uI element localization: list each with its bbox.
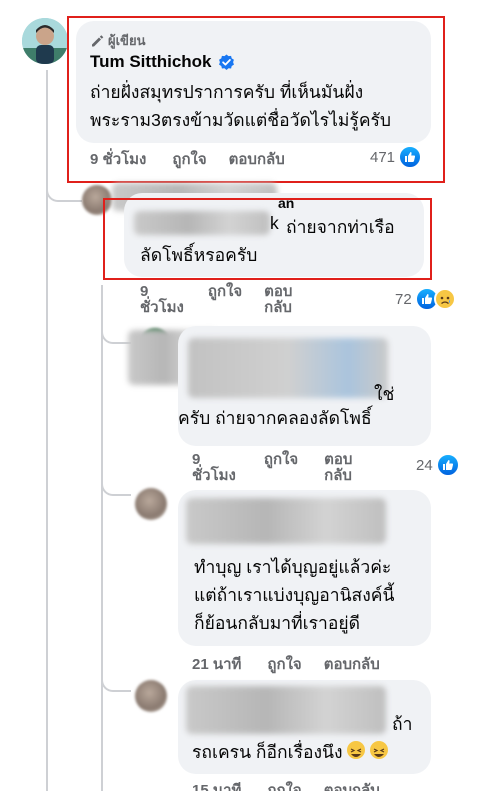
highlight-box-reply1 bbox=[103, 198, 432, 280]
comment-timestamp[interactable]: 9 ชั่วโมง bbox=[192, 452, 236, 484]
reaction-count: 72 bbox=[395, 290, 412, 308]
reply-line: ตอบ bbox=[264, 283, 293, 300]
comment-line: รถเครน ก็อีกเรื่องนึง bbox=[192, 742, 343, 762]
reply2-blurred-content bbox=[188, 338, 388, 398]
top-partial-row: · bbox=[92, 0, 97, 7]
reply-button[interactable]: ตอบกลับ bbox=[324, 652, 380, 676]
thread-curve-reply2 bbox=[101, 300, 131, 344]
comment-text-reply3: ทำบุญ เราได้บุญอยู่แล้วค่ะ แต่ถ้าเราแบ่ง… bbox=[194, 553, 394, 637]
reply-line: กลับ bbox=[264, 299, 292, 316]
reply3-blurred-name bbox=[186, 498, 386, 544]
like-button[interactable]: ถูกใจ bbox=[267, 778, 301, 791]
sad-face-icon bbox=[433, 288, 456, 310]
reply4-avatar[interactable] bbox=[135, 680, 167, 712]
thumbs-up-icon bbox=[435, 453, 460, 477]
reaction-count: 24 bbox=[416, 456, 433, 474]
comment-timestamp[interactable]: 9 ชั่วโมง bbox=[140, 284, 184, 316]
comment-line: แต่ถ้าเราแบ่งบุญอานิสงค์นี้ bbox=[194, 585, 395, 605]
comment-timestamp[interactable]: 15 นาที bbox=[192, 778, 241, 791]
grinning-squinting-face-icon bbox=[370, 741, 389, 759]
comment-text-reply4: รถเครน ก็อีกเรื่องนึง bbox=[192, 738, 389, 766]
top-partial-dot: · bbox=[92, 0, 97, 7]
reply-button[interactable]: ตอบกลับ bbox=[324, 778, 380, 791]
reaction-summary-reply2[interactable]: 24 bbox=[416, 453, 460, 477]
thread-curve-reply3 bbox=[101, 460, 131, 496]
reply-button[interactable]: ตอบ กลับ bbox=[324, 452, 352, 484]
comment-bubble-reply2: ใช่ ครับ ถ่ายจากคลองลัดโพธิ์ bbox=[178, 326, 431, 446]
comment-bubble-reply4: ถ้า รถเครน ก็อีกเรื่องนึง bbox=[178, 680, 431, 774]
comment-bubble-reply3: ทำบุญ เราได้บุญอยู่แล้วค่ะ แต่ถ้าเราแบ่ง… bbox=[178, 490, 431, 646]
timestamp-line: ชั่วโมง bbox=[140, 299, 184, 316]
grinning-squinting-face-icon bbox=[347, 741, 366, 759]
comment-actions-reply4: 15 นาที ถูกใจ ตอบกลับ bbox=[192, 778, 380, 791]
highlight-box-main bbox=[67, 16, 445, 183]
timestamp-line: 9 bbox=[140, 283, 149, 300]
comment-line: ก็ย้อนกลับมาที่เราอยู่ดี bbox=[194, 613, 360, 633]
reply-line: กลับ bbox=[324, 467, 352, 484]
reply4-blurred-content bbox=[186, 686, 386, 734]
comment-timestamp[interactable]: 21 นาที bbox=[192, 652, 241, 676]
thread-curve-reply4 bbox=[101, 650, 131, 692]
comment-actions-reply2: 9 ชั่วโมง ถูกใจ ตอบ กลับ bbox=[192, 452, 352, 484]
reaction-summary-reply1[interactable]: 72 bbox=[395, 287, 456, 311]
like-button[interactable]: ถูกใจ bbox=[264, 452, 298, 484]
like-button[interactable]: ถูกใจ bbox=[208, 284, 242, 316]
like-button[interactable]: ถูกใจ bbox=[267, 652, 301, 676]
timestamp-line: ชั่วโมง bbox=[192, 467, 236, 484]
comment-line: ทำบุญ เราได้บุญอยู่แล้วค่ะ bbox=[194, 557, 392, 577]
comment-text-reply2: ครับ ถ่ายจากคลองลัดโพธิ์ bbox=[178, 408, 372, 428]
thread-line-reply1 bbox=[101, 285, 103, 791]
author-avatar[interactable] bbox=[22, 18, 68, 64]
reply2-line1-end: ใช่ bbox=[374, 384, 395, 404]
reply-button[interactable]: ตอบ กลับ bbox=[264, 284, 292, 316]
comment-actions-reply1: 9 ชั่วโมง ถูกใจ ตอบ กลับ bbox=[140, 284, 292, 316]
author-avatar-image bbox=[22, 18, 68, 64]
reply3-avatar[interactable] bbox=[135, 488, 167, 520]
reply-line: ตอบ bbox=[324, 451, 353, 468]
timestamp-line: 9 bbox=[192, 451, 201, 468]
comment-actions-reply3: 21 นาที ถูกใจ ตอบกลับ bbox=[192, 652, 380, 676]
reply4-line1-end: ถ้า bbox=[392, 714, 413, 734]
